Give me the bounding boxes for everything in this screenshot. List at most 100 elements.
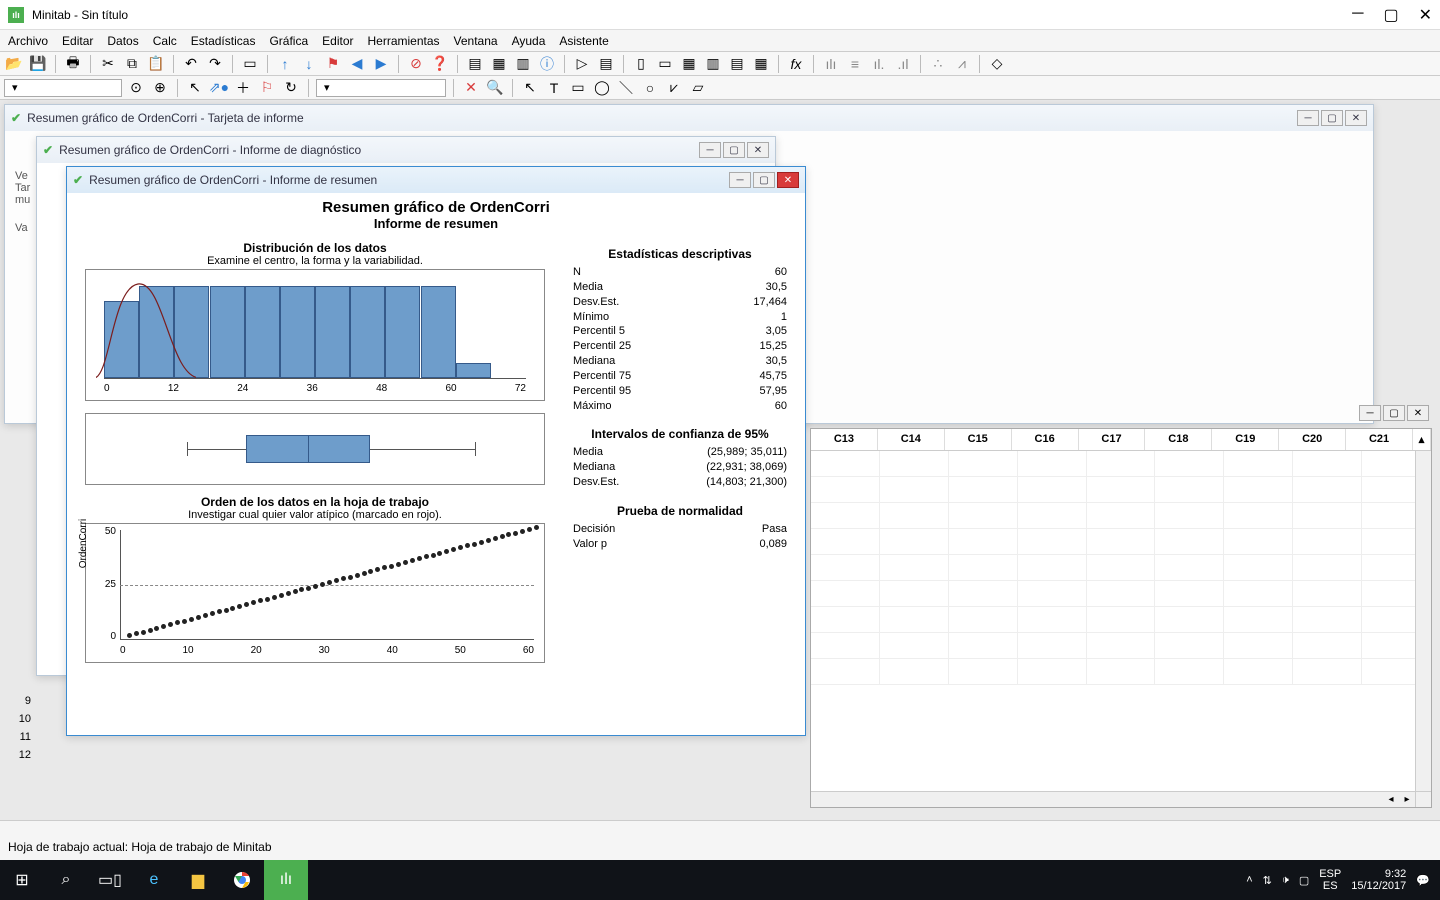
mdi-maximize-button[interactable]: ▢	[1321, 110, 1343, 126]
table-row[interactable]	[811, 633, 1431, 659]
column-header[interactable]: C18	[1145, 429, 1212, 450]
flag-point-icon[interactable]: ⚐	[257, 78, 277, 98]
cell[interactable]	[1224, 633, 1293, 658]
cell[interactable]	[949, 477, 1018, 502]
cell[interactable]	[1293, 607, 1362, 632]
play-icon[interactable]: ▷	[572, 54, 592, 74]
cell[interactable]	[1018, 659, 1087, 684]
menu-ventana[interactable]: Ventana	[454, 34, 498, 48]
cell[interactable]	[811, 581, 880, 606]
cell[interactable]	[1018, 451, 1087, 476]
cell[interactable]	[1224, 451, 1293, 476]
cell[interactable]	[1018, 607, 1087, 632]
menu-asistente[interactable]: Asistente	[559, 34, 608, 48]
cell[interactable]	[1224, 659, 1293, 684]
info-icon[interactable]: ⓘ	[537, 54, 557, 74]
column-header[interactable]: C15	[945, 429, 1012, 450]
cut-icon[interactable]: ✂	[98, 54, 118, 74]
menu-ayuda[interactable]: Ayuda	[512, 34, 546, 48]
cell[interactable]	[880, 503, 949, 528]
cell[interactable]	[811, 503, 880, 528]
search-button[interactable]: ⌕	[44, 860, 88, 900]
line-tool-icon[interactable]: ＼	[616, 78, 636, 98]
minitab-taskbar-icon[interactable]: ılı	[264, 860, 308, 900]
cell[interactable]	[949, 659, 1018, 684]
pointer-icon[interactable]: ↖	[185, 78, 205, 98]
minimize-button[interactable]: ─	[1352, 5, 1363, 25]
cell[interactable]	[1155, 659, 1224, 684]
eraser-icon[interactable]: ◇	[987, 54, 1007, 74]
edge-icon[interactable]: e	[132, 860, 176, 900]
draw-line-icon[interactable]: ⇗●	[209, 78, 229, 98]
cell[interactable]	[1087, 607, 1156, 632]
worksheet-resize-corner[interactable]	[1415, 791, 1431, 807]
combo-b[interactable]: ▾	[316, 79, 446, 97]
cell[interactable]	[949, 607, 1018, 632]
cell[interactable]	[1224, 607, 1293, 632]
mdi-minimize-button[interactable]: ─	[699, 142, 721, 158]
project-manager-icon[interactable]: ▥	[513, 54, 533, 74]
sheet-list-icon[interactable]: ▤	[596, 54, 616, 74]
table-row[interactable]	[811, 581, 1431, 607]
polygon-tool-icon[interactable]: ▱	[688, 78, 708, 98]
column-header[interactable]: C21	[1346, 429, 1413, 450]
cell[interactable]	[880, 555, 949, 580]
diagnostic-window-title[interactable]: ✔ Resumen gráfico de OrdenCorri - Inform…	[37, 137, 775, 163]
cell[interactable]	[1293, 477, 1362, 502]
new-window-icon[interactable]: ▭	[240, 54, 260, 74]
cell[interactable]	[1293, 555, 1362, 580]
column-header[interactable]: C17	[1079, 429, 1146, 450]
table-row[interactable]	[811, 503, 1431, 529]
mdi-close-button[interactable]: ✕	[747, 142, 769, 158]
worksheet-icon[interactable]: ▦	[489, 54, 509, 74]
scroll-right-icon[interactable]: ▸	[1399, 794, 1415, 805]
cell[interactable]	[1087, 529, 1156, 554]
rect-tool-icon[interactable]: ▭	[568, 78, 588, 98]
cell[interactable]	[1155, 503, 1224, 528]
cell[interactable]	[1155, 451, 1224, 476]
cell[interactable]	[1018, 503, 1087, 528]
tray-chevron-up-icon[interactable]: ˄	[1246, 874, 1252, 886]
combo-a[interactable]: ▾	[4, 79, 122, 97]
cell[interactable]	[1293, 529, 1362, 554]
polyline-tool-icon[interactable]: ⩗	[664, 78, 684, 98]
cell[interactable]	[1155, 477, 1224, 502]
worksheet-vscrollbar[interactable]	[1415, 451, 1431, 791]
layout2-icon[interactable]: ▭	[655, 54, 675, 74]
crosshair-icon[interactable]: ＋	[233, 78, 253, 98]
chrome-icon[interactable]	[220, 860, 264, 900]
zoom-fit-icon[interactable]: ⊕	[150, 78, 170, 98]
column-header[interactable]: C13	[811, 429, 878, 450]
layout6-icon[interactable]: ▦	[751, 54, 771, 74]
mdi-close-button[interactable]: ✕	[1345, 110, 1367, 126]
tray-kbd[interactable]: ES	[1319, 880, 1341, 892]
menu-estadisticas[interactable]: Estadísticas	[191, 34, 256, 48]
column-header[interactable]: C16	[1012, 429, 1079, 450]
cell[interactable]	[811, 607, 880, 632]
cancel-icon[interactable]: ⊘	[406, 54, 426, 74]
print-icon[interactable]: 🖶	[63, 54, 83, 74]
summary-report-window-title[interactable]: ✔ Resumen gráfico de OrdenCorri - Inform…	[67, 167, 805, 193]
cell[interactable]	[1087, 581, 1156, 606]
cell[interactable]	[949, 555, 1018, 580]
mdi-close-button[interactable]: ✕	[777, 172, 799, 188]
paste-icon[interactable]: 📋	[146, 54, 166, 74]
stat3-icon[interactable]: ıl.	[869, 54, 889, 74]
cell[interactable]	[1087, 555, 1156, 580]
menu-archivo[interactable]: Archivo	[8, 34, 48, 48]
mdi-maximize-button[interactable]: ▢	[1383, 405, 1405, 421]
session-window-icon[interactable]: ▤	[465, 54, 485, 74]
table-row[interactable]	[811, 529, 1431, 555]
copy-icon[interactable]: ⧉	[122, 54, 142, 74]
scroll-left-icon[interactable]: ◂	[1383, 794, 1399, 805]
column-header[interactable]: C19	[1212, 429, 1279, 450]
table-row[interactable]	[811, 555, 1431, 581]
menu-grafica[interactable]: Gráfica	[269, 34, 308, 48]
redo-icon[interactable]: ↷	[205, 54, 225, 74]
explorer-icon[interactable]: ▆	[176, 860, 220, 900]
cell[interactable]	[811, 477, 880, 502]
cell[interactable]	[880, 451, 949, 476]
tray-lang[interactable]: ESP	[1319, 868, 1341, 880]
cell[interactable]	[949, 451, 1018, 476]
chart-line-icon[interactable]: ⩘	[952, 54, 972, 74]
